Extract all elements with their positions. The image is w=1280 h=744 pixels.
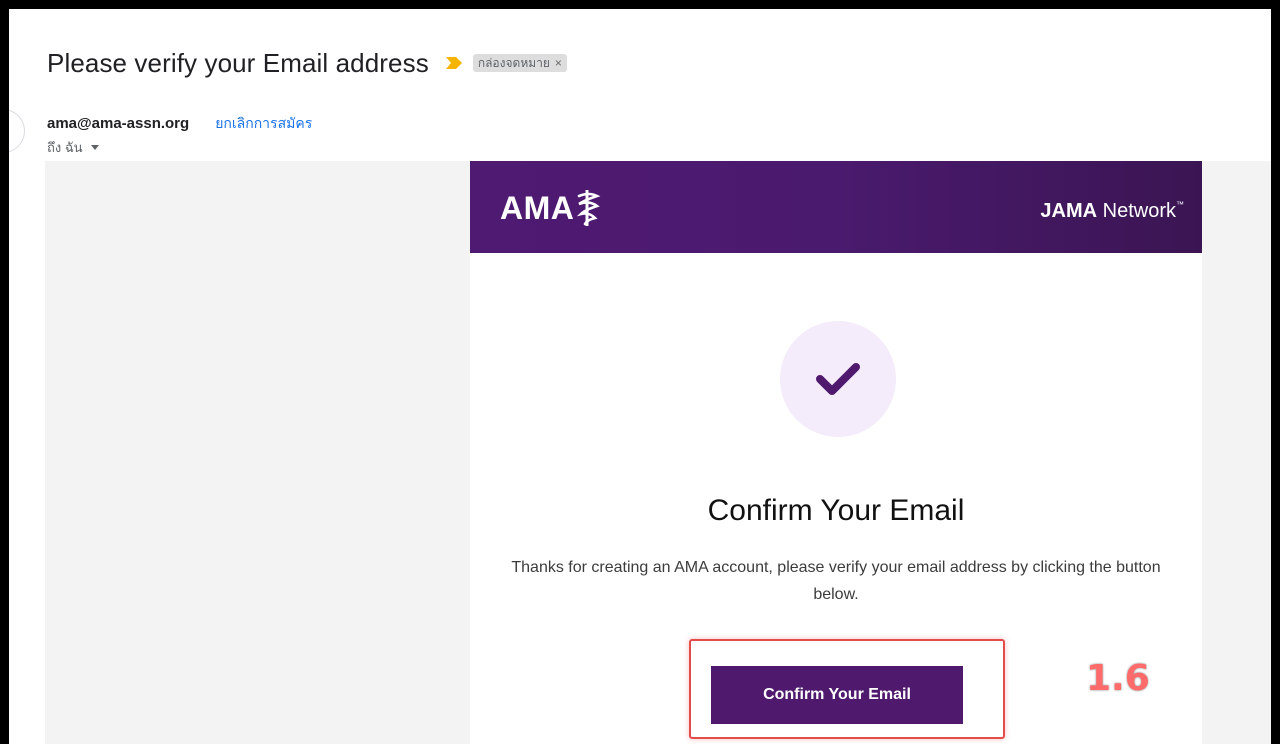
checkmark-icon <box>816 363 860 395</box>
recipient-details-toggle[interactable]: ถึง ฉัน <box>47 137 99 158</box>
caduceus-icon <box>577 190 601 226</box>
remove-label-button[interactable]: × <box>555 56 562 70</box>
confirm-email-button[interactable]: Confirm Your Email <box>711 666 963 724</box>
confirm-description: Thanks for creating an AMA account, plea… <box>511 559 1161 603</box>
step-number-annotation: 1.6 <box>1085 657 1152 701</box>
jama-network-text: Network <box>1102 200 1176 222</box>
inbox-label-text: กล่องจดหมาย <box>477 55 550 70</box>
sender-email: ama@ama-assn.org <box>47 115 190 132</box>
confirm-heading: Confirm Your Email <box>707 494 965 527</box>
email-content-card: AMA JAMA Network™ Confirm Your Email Tha… <box>470 161 1202 744</box>
checkmark-badge <box>780 321 896 437</box>
ama-logo: AMA <box>500 188 601 228</box>
chevron-down-icon <box>90 145 99 150</box>
email-view: Please verify your Email address กล่องจด… <box>9 9 1271 744</box>
recipient-label: ถึง ฉัน <box>47 140 83 155</box>
jama-network-logo: JAMA Network™ <box>1040 200 1184 223</box>
email-subject: Please verify your Email address <box>47 47 429 78</box>
sender-avatar <box>9 109 25 153</box>
subject-row: Please verify your Email address กล่องจด… <box>47 47 567 79</box>
sender-row: ama@ama-assn.org ยกเลิกการสมัคร <box>47 113 312 135</box>
trademark-mark: ™ <box>1176 200 1184 209</box>
jama-brand-text: JAMA <box>1040 200 1098 222</box>
ama-logo-text: AMA <box>500 189 575 226</box>
brand-banner: AMA JAMA Network™ <box>470 161 1202 253</box>
unsubscribe-link[interactable]: ยกเลิกการสมัคร <box>215 113 312 135</box>
inbox-label-chip: กล่องจดหมาย × <box>472 54 567 72</box>
importance-marker-icon[interactable] <box>445 56 463 70</box>
